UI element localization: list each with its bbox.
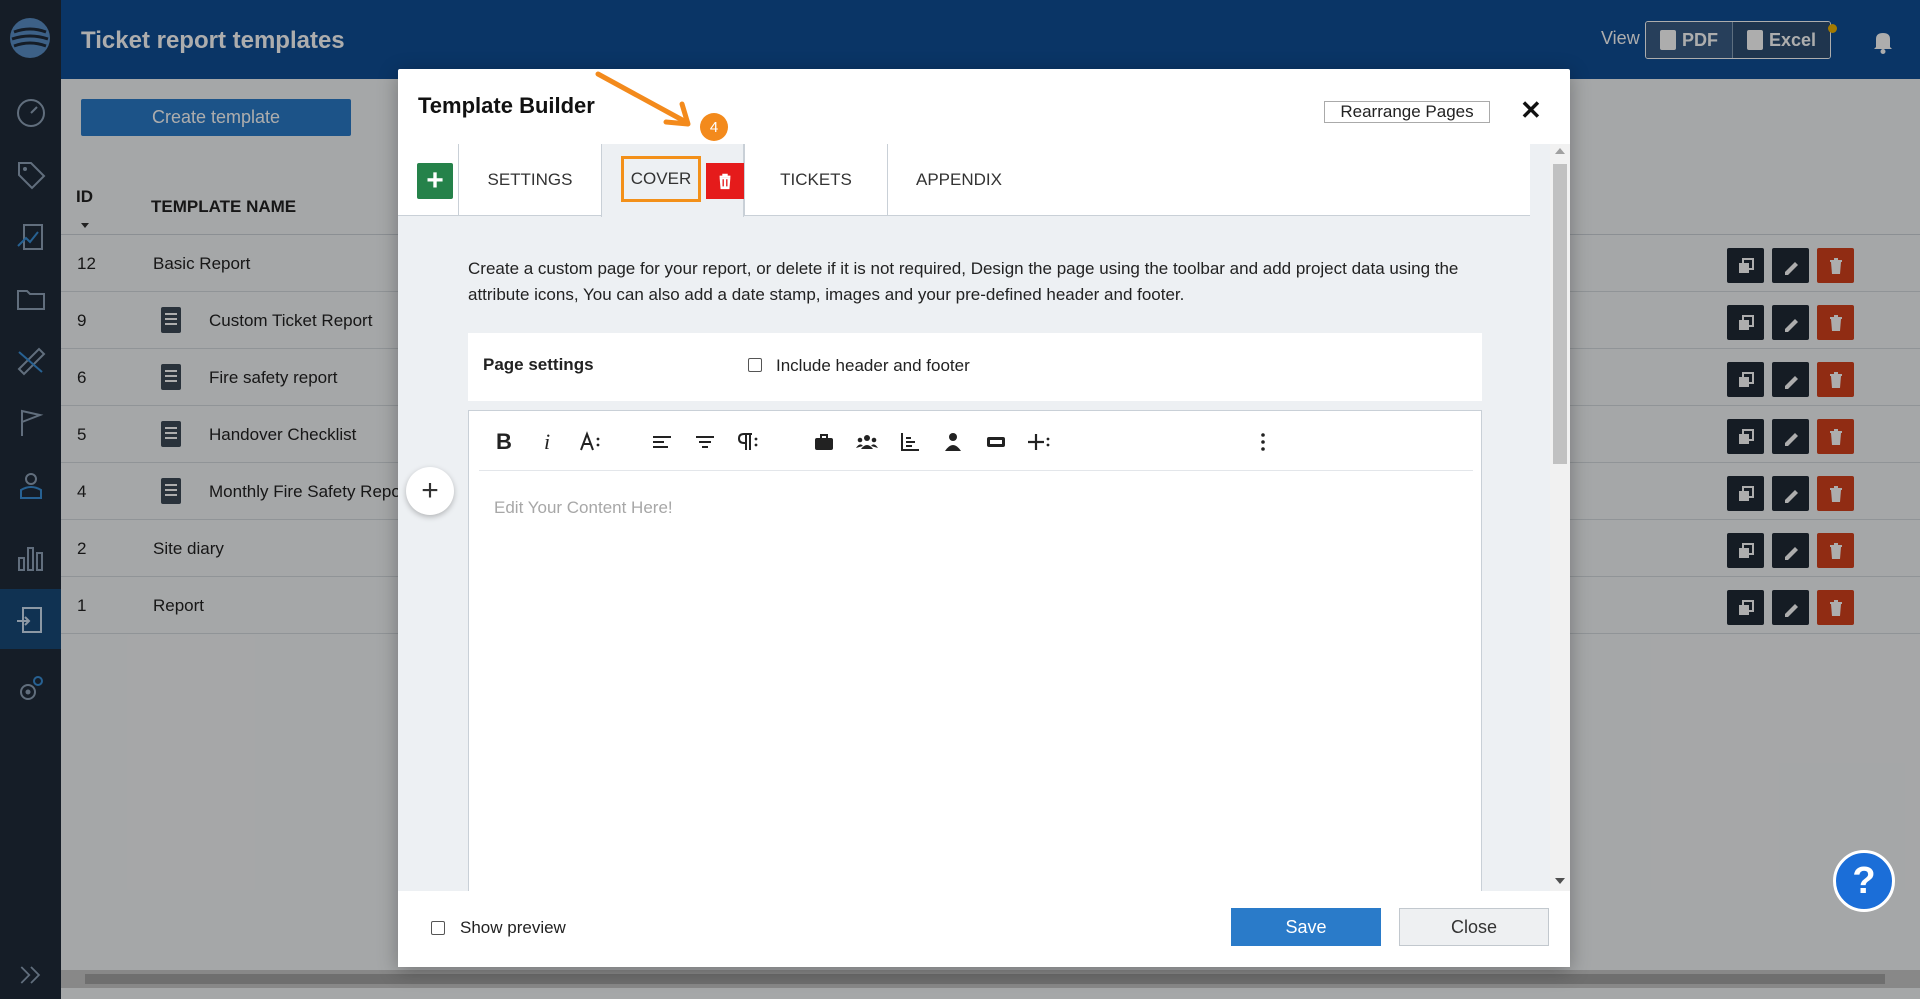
tab-cover[interactable]: COVER: [601, 144, 744, 217]
show-preview-checkbox[interactable]: [431, 921, 445, 935]
tab-cover-label[interactable]: COVER: [621, 156, 701, 202]
more-options-icon[interactable]: [1248, 427, 1278, 457]
modal-footer: Show preview Save Close: [398, 891, 1570, 967]
font-size-icon[interactable]: [575, 427, 605, 457]
tab-settings-label: SETTINGS: [487, 170, 573, 189]
include-header-footer-label[interactable]: Include header and footer: [776, 356, 970, 376]
users-group-icon[interactable]: [852, 427, 882, 457]
content-editor[interactable]: B i Edit Your Content Here!: [468, 410, 1482, 891]
page-tabs: + SETTINGS COVER TICKETS APPENDIX: [398, 144, 1530, 217]
template-builder-modal: Template Builder Rearrange Pages ✕ + SET…: [398, 69, 1570, 967]
close-modal-icon[interactable]: ✕: [1520, 95, 1542, 126]
step-badge: 4: [700, 113, 728, 141]
italic-icon[interactable]: i: [532, 427, 562, 457]
save-button[interactable]: Save: [1231, 908, 1381, 946]
tab-settings[interactable]: SETTINGS: [458, 144, 601, 216]
tutorial-arrow-icon: [595, 71, 691, 127]
modal-vertical-scrollbar[interactable]: [1550, 144, 1570, 891]
tab-tickets[interactable]: TICKETS: [744, 144, 887, 216]
include-header-footer-checkbox[interactable]: [748, 358, 762, 372]
tab-appendix[interactable]: APPENDIX: [887, 144, 1030, 216]
show-preview-label[interactable]: Show preview: [460, 918, 566, 938]
align-left-icon[interactable]: [647, 427, 677, 457]
help-button[interactable]: ?: [1833, 850, 1895, 912]
person-icon[interactable]: [938, 427, 968, 457]
scroll-down-icon[interactable]: [1555, 878, 1565, 884]
paragraph-icon[interactable]: [733, 427, 763, 457]
modal-scroll-thumb[interactable]: [1553, 164, 1567, 464]
rearrange-pages-button[interactable]: Rearrange Pages: [1324, 101, 1490, 123]
bold-icon[interactable]: B: [489, 427, 519, 457]
page-settings-panel: Page settings Include header and footer: [468, 333, 1482, 401]
add-page-button[interactable]: +: [417, 163, 453, 199]
briefcase-icon[interactable]: [809, 427, 839, 457]
page-settings-label: Page settings: [483, 355, 594, 374]
delete-cover-page-button[interactable]: [706, 163, 744, 199]
cover-description: Create a custom page for your report, or…: [468, 259, 1459, 304]
chart-icon[interactable]: [895, 427, 925, 457]
modal-body: + SETTINGS COVER TICKETS APPENDIX Create…: [398, 144, 1550, 891]
align-center-icon[interactable]: [690, 427, 720, 457]
modal-title: Template Builder: [418, 93, 595, 118]
editor-placeholder[interactable]: Edit Your Content Here!: [494, 498, 673, 518]
tab-tickets-label: TICKETS: [780, 170, 852, 189]
add-block-button[interactable]: +: [406, 467, 454, 515]
scroll-up-icon[interactable]: [1555, 148, 1565, 154]
close-button[interactable]: Close: [1399, 908, 1549, 946]
tab-appendix-label: APPENDIX: [916, 170, 1002, 189]
ticket-icon[interactable]: [981, 427, 1011, 457]
trash-icon: [719, 173, 731, 190]
editor-toolbar: B i: [479, 411, 1473, 471]
insert-more-icon[interactable]: [1024, 427, 1054, 457]
